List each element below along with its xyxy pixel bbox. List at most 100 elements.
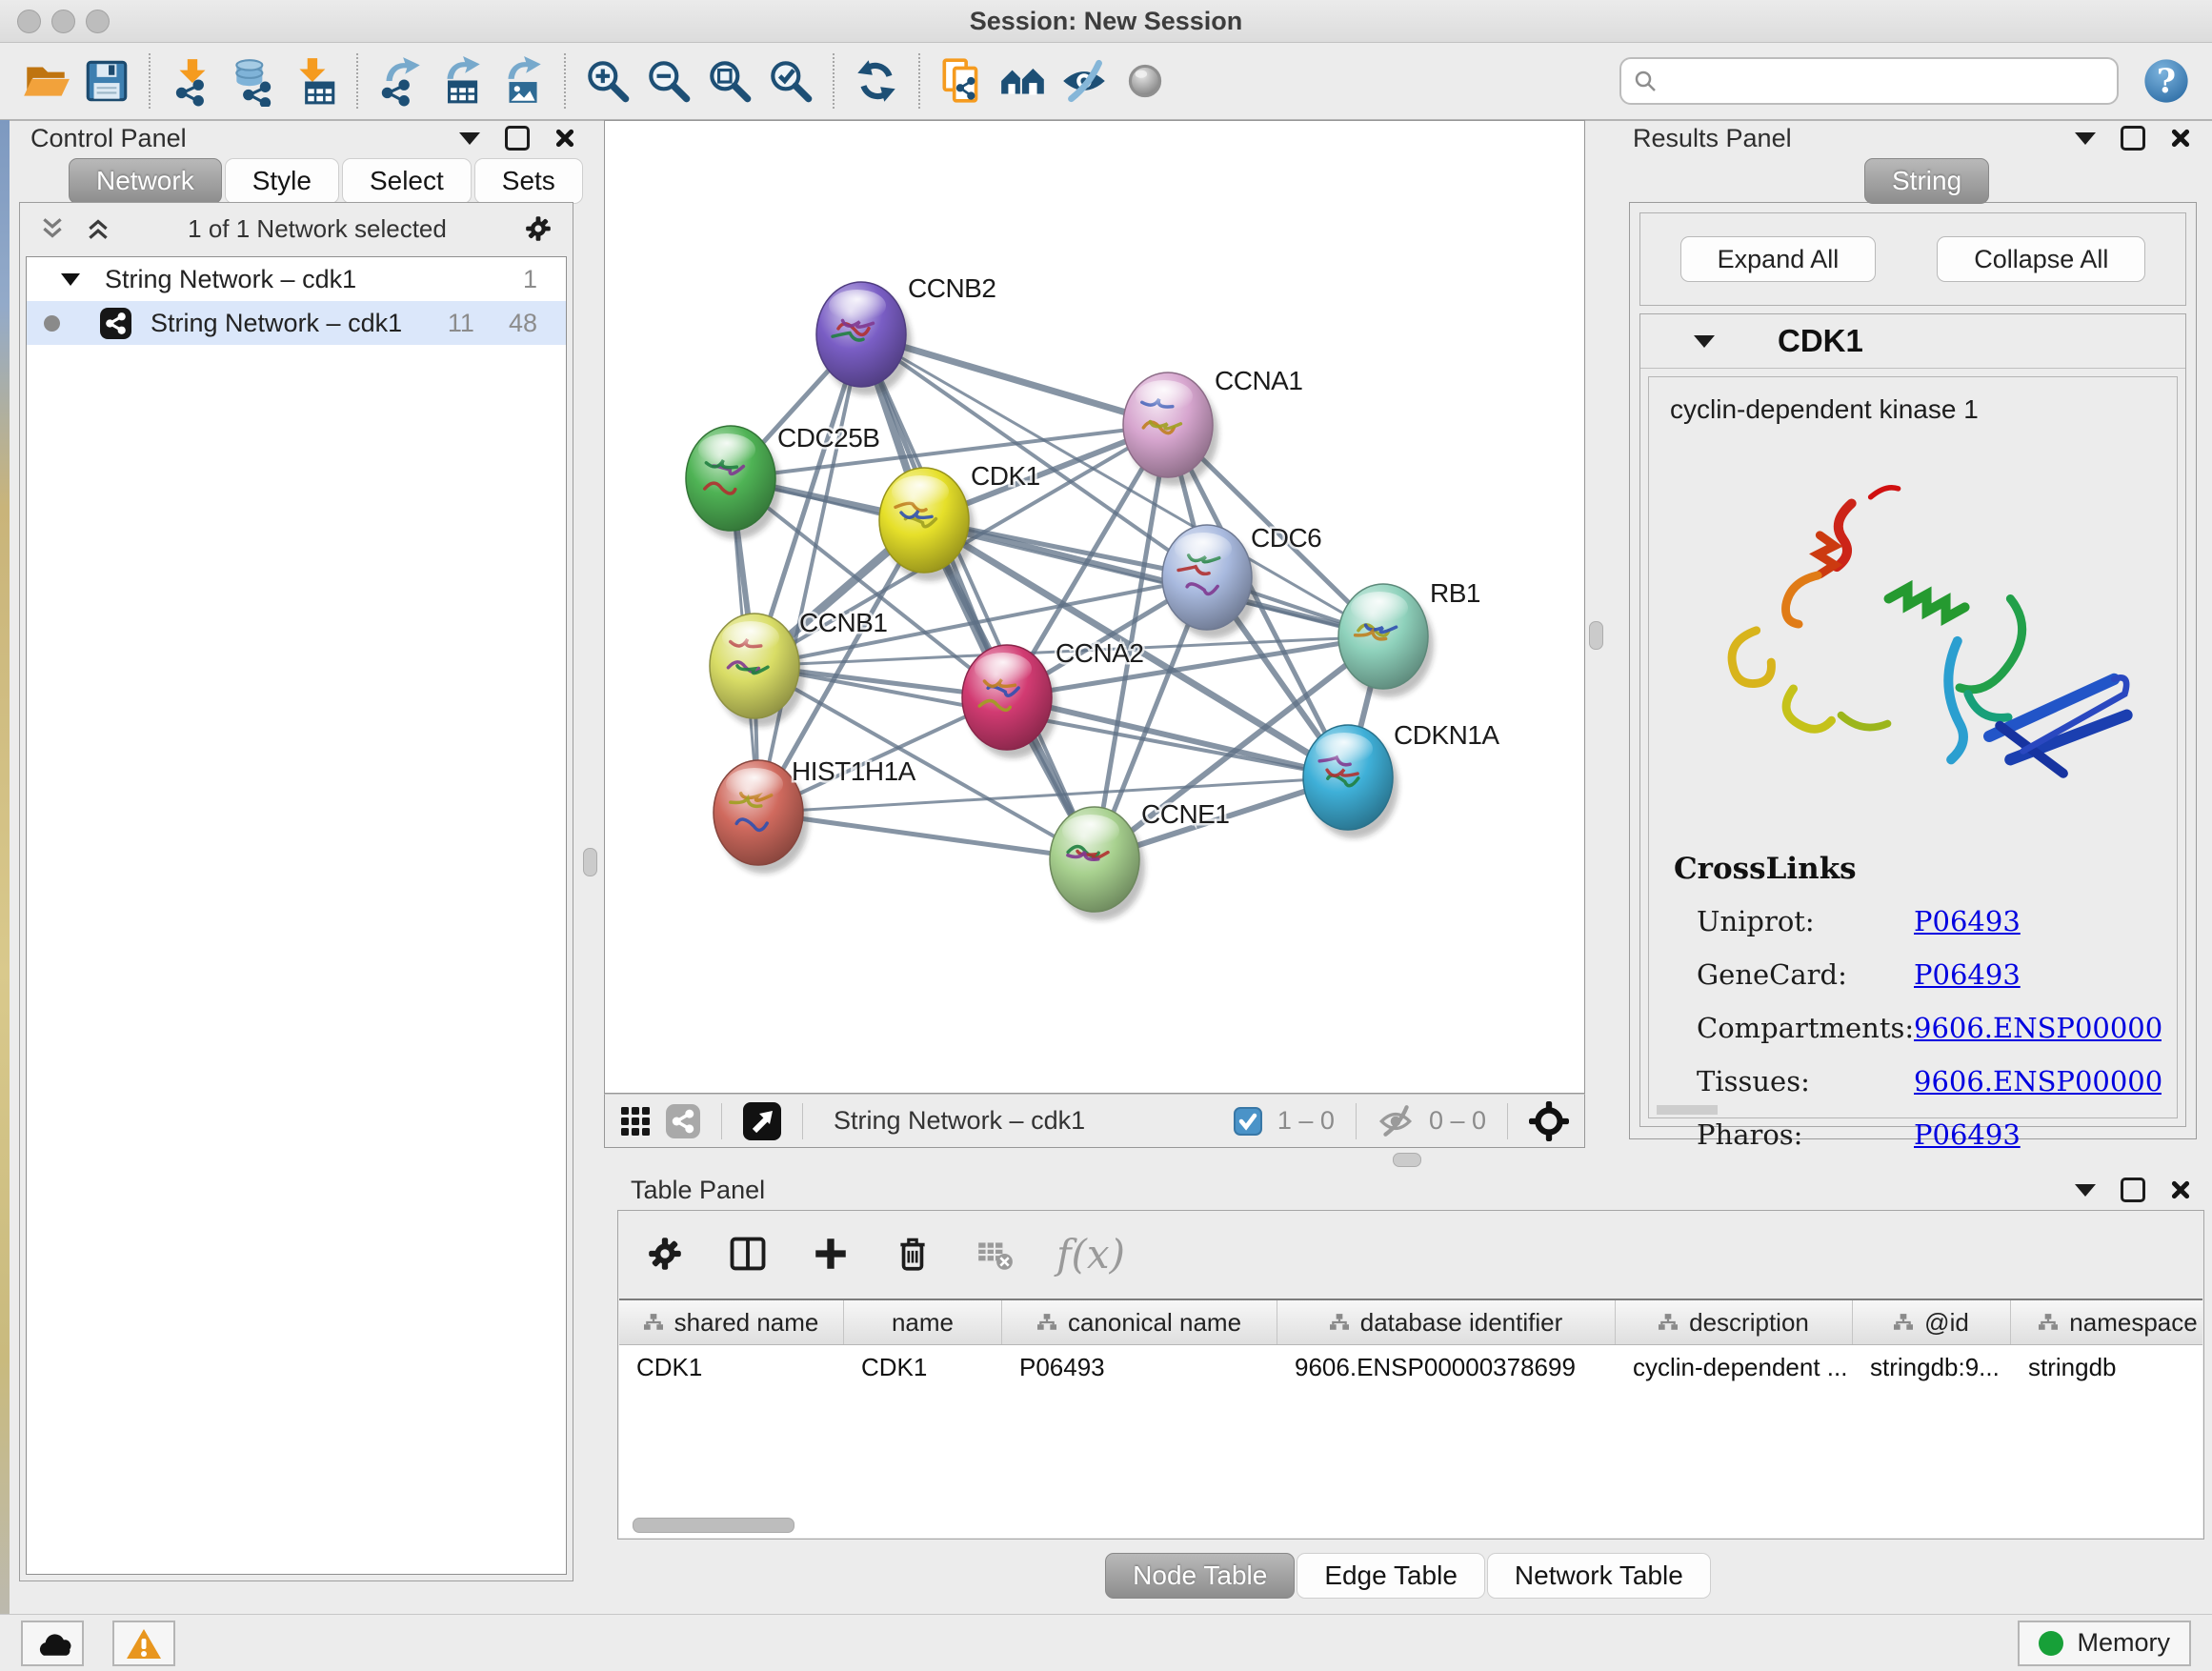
tab-node-table[interactable]: Node Table — [1105, 1553, 1295, 1599]
node-entry-header[interactable]: CDK1 — [1640, 314, 2185, 369]
refresh-network-icon[interactable] — [846, 50, 907, 111]
column-header-database-identifier[interactable]: database identifier — [1277, 1300, 1616, 1344]
crosslink-link[interactable]: 9606.ENSP00000378699 — [1914, 1065, 2162, 1097]
crosslink-link[interactable]: P06493 — [1914, 1118, 2162, 1151]
network-node-CDK1[interactable] — [879, 468, 975, 581]
birds-eye-view-icon[interactable] — [743, 1102, 781, 1140]
network-collection-row[interactable]: String Network – cdk1 1 — [27, 257, 566, 301]
close-panel-icon[interactable] — [554, 128, 575, 149]
crosslink-link[interactable]: 9606.ENSP00000378699 — [1914, 1012, 2162, 1044]
zoom-out-icon[interactable] — [638, 50, 699, 111]
tab-network-table[interactable]: Network Table — [1487, 1553, 1711, 1599]
export-image-icon[interactable] — [492, 50, 553, 111]
tab-sets[interactable]: Sets — [474, 158, 583, 204]
column-header-description[interactable]: description — [1616, 1300, 1853, 1344]
tab-string[interactable]: String — [1864, 158, 1989, 204]
warnings-button[interactable] — [112, 1621, 175, 1666]
help-icon[interactable]: ? — [2136, 50, 2197, 111]
column-header-shared-name[interactable]: shared name — [619, 1300, 844, 1344]
tab-edge-table[interactable]: Edge Table — [1297, 1553, 1485, 1599]
network-canvas[interactable]: CCNB2CCNA1CDC25BCDK1CDC6RB1CCNB1CCNA2CDK… — [604, 120, 1585, 1094]
open-session-icon[interactable] — [15, 50, 76, 111]
network-edge-CCNB2-HIST1H1A[interactable] — [758, 334, 861, 813]
network-node-CCNA1[interactable] — [1123, 372, 1218, 486]
cloud-status-button[interactable] — [21, 1621, 84, 1666]
scrollbar-stub[interactable] — [1657, 1105, 1718, 1115]
crosslink-link[interactable]: P06493 — [1914, 905, 2162, 937]
delete-table-icon[interactable] — [975, 1234, 1015, 1274]
collapse-panel-icon[interactable] — [2075, 132, 2096, 145]
network-node-CCNA2[interactable] — [962, 645, 1057, 758]
entry-collapse-icon[interactable] — [1694, 335, 1715, 348]
string-style-icon[interactable] — [666, 1104, 700, 1138]
float-panel-icon[interactable] — [2121, 1178, 2145, 1202]
splitter-handle-bottom[interactable] — [1393, 1153, 1421, 1167]
show-all-graphics-icon[interactable] — [1115, 50, 1176, 111]
table-cell[interactable]: CDK1 — [844, 1345, 1002, 1389]
minimize-window-button[interactable] — [51, 10, 75, 33]
zoom-in-icon[interactable] — [577, 50, 638, 111]
table-cell[interactable]: stringdb — [2011, 1345, 2212, 1389]
pan-crosshair-icon[interactable] — [1529, 1101, 1569, 1141]
collapse-all-networks-icon[interactable] — [85, 216, 111, 241]
close-panel-icon[interactable] — [2170, 1179, 2191, 1200]
column-header--id[interactable]: @id — [1853, 1300, 2011, 1344]
export-network-icon[interactable] — [370, 50, 431, 111]
grid-view-icon[interactable] — [620, 1106, 651, 1137]
tab-select[interactable]: Select — [342, 158, 472, 204]
table-cell[interactable]: 9606.ENSP00000378699 — [1277, 1345, 1616, 1389]
import-table-file-icon[interactable] — [284, 50, 345, 111]
search-field[interactable] — [1619, 57, 2119, 105]
splitter-handle-left[interactable] — [583, 848, 597, 876]
delete-column-icon[interactable] — [893, 1234, 933, 1274]
table-cell[interactable]: P06493 — [1002, 1345, 1277, 1389]
memory-button[interactable]: Memory — [2018, 1621, 2191, 1666]
show-columns-icon[interactable] — [727, 1233, 769, 1275]
network-options-gear-icon[interactable] — [523, 213, 553, 244]
search-input[interactable] — [1667, 66, 2105, 97]
network-node-CDC25B[interactable] — [686, 426, 781, 539]
first-neighbors-icon[interactable] — [993, 50, 1054, 111]
table-row[interactable]: CDK1CDK1P064939606.ENSP00000378699cyclin… — [619, 1345, 2202, 1389]
collapse-panel-icon[interactable] — [459, 132, 480, 145]
table-cell[interactable]: CDK1 — [619, 1345, 844, 1389]
network-node-CCNB2[interactable] — [816, 282, 912, 395]
crosslink-link[interactable]: P06493 — [1914, 958, 2162, 991]
tab-style[interactable]: Style — [225, 158, 339, 204]
import-network-file-icon[interactable] — [162, 50, 223, 111]
import-network-database-icon[interactable] — [223, 50, 284, 111]
expand-all-button[interactable]: Expand All — [1680, 236, 1877, 282]
splitter-handle-right[interactable] — [1589, 621, 1603, 650]
collection-expand-icon[interactable] — [61, 273, 80, 286]
column-header-canonical-name[interactable]: canonical name — [1002, 1300, 1277, 1344]
float-panel-icon[interactable] — [2121, 126, 2145, 151]
collapse-all-button[interactable]: Collapse All — [1937, 236, 2145, 282]
network-node-CDC6[interactable] — [1162, 525, 1257, 638]
float-panel-icon[interactable] — [505, 126, 530, 151]
export-table-icon[interactable] — [431, 50, 492, 111]
close-window-button[interactable] — [17, 10, 41, 33]
hide-selected-icon[interactable] — [1054, 50, 1115, 111]
table-cell[interactable]: cyclin-dependent ... — [1616, 1345, 1853, 1389]
zoom-selected-icon[interactable] — [760, 50, 821, 111]
column-header-namespace[interactable]: namespace — [2011, 1300, 2212, 1344]
save-session-icon[interactable] — [76, 50, 137, 111]
expand-all-networks-icon[interactable] — [39, 216, 66, 241]
network-node-CCNE1[interactable] — [1050, 807, 1145, 920]
horizontal-scrollbar-thumb[interactable] — [633, 1518, 794, 1533]
new-network-from-selection-icon[interactable] — [932, 50, 993, 111]
network-row-selected[interactable]: String Network – cdk1 11 48 — [27, 301, 566, 345]
network-node-RB1[interactable] — [1338, 584, 1434, 697]
column-header-name[interactable]: name — [844, 1300, 1002, 1344]
zoom-fit-content-icon[interactable] — [699, 50, 760, 111]
add-column-icon[interactable] — [811, 1234, 851, 1274]
zoom-window-button[interactable] — [86, 10, 110, 33]
selected-checkbox-icon[interactable] — [1234, 1107, 1262, 1136]
close-panel-icon[interactable] — [2170, 128, 2191, 149]
tab-network[interactable]: Network — [69, 158, 222, 204]
table-options-gear-icon[interactable] — [645, 1234, 685, 1274]
collapse-panel-icon[interactable] — [2075, 1184, 2096, 1197]
network-node-CDKN1A[interactable] — [1303, 725, 1398, 838]
hidden-eye-icon[interactable] — [1377, 1104, 1414, 1138]
apply-function-icon[interactable]: f(x) — [1056, 1231, 1125, 1278]
